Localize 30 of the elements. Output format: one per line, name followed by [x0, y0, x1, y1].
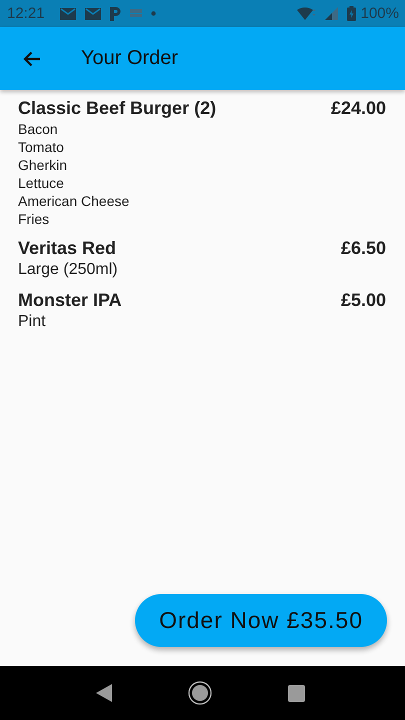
item-price: £5.00 — [340, 289, 386, 312]
item-name: Classic Beef Burger (2) — [18, 97, 216, 120]
recents-nav-icon[interactable] — [288, 684, 305, 702]
item-option: Pint — [18, 312, 386, 332]
mail-icon — [84, 8, 101, 20]
item-extra: Fries — [18, 210, 50, 228]
notification-dot-icon — [150, 11, 156, 16]
item-extra: American Cheese — [18, 192, 130, 210]
item-name: Veritas Red — [18, 237, 116, 260]
news-icon — [130, 9, 142, 18]
back-nav-icon[interactable] — [96, 684, 112, 702]
signal-icon — [324, 7, 338, 20]
item-extra: Lettuce — [18, 174, 65, 192]
status-time: 12:21 — [7, 5, 45, 22]
mail-icon — [60, 8, 76, 20]
screen-title: Your Order — [81, 47, 178, 70]
order-now-button[interactable]: Order Now £35.50 — [135, 594, 387, 647]
item-extra: Bacon — [18, 120, 59, 138]
item-price: £24.00 — [330, 97, 386, 120]
back-arrow-icon — [23, 50, 41, 66]
item-extra: Gherkin — [18, 156, 68, 174]
home-nav-icon[interactable] — [188, 681, 212, 705]
battery-icon — [346, 6, 356, 21]
wifi-icon — [296, 6, 316, 20]
parking-icon — [110, 6, 121, 20]
item-option: Large (250ml) — [18, 260, 386, 280]
item-extra: Tomato — [18, 138, 65, 156]
battery-level: 100% — [360, 5, 399, 22]
item-price: £6.50 — [340, 237, 386, 260]
item-name: Monster IPA — [18, 289, 122, 312]
